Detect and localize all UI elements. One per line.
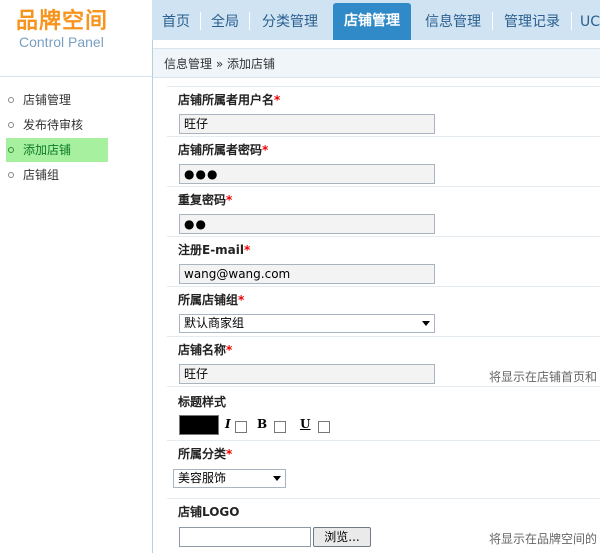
- underline-icon: U: [300, 417, 311, 431]
- top-nav: 首页 全局 分类管理 店铺管理 信息管理 管理记录 UC: [152, 0, 600, 40]
- bullet-icon: [8, 97, 14, 103]
- logo-brand: 品牌空间: [16, 9, 109, 34]
- bullet-icon: [8, 122, 14, 128]
- logo-file-input[interactable]: [179, 527, 311, 547]
- owner-username-input[interactable]: 旺仔: [179, 114, 435, 134]
- sidebar-item-shop-management[interactable]: 店铺管理: [0, 88, 152, 112]
- shop-group-select[interactable]: 默认商家组: [179, 314, 435, 333]
- form-row-owner-password: 店铺所属者密码* ●●●: [167, 136, 600, 186]
- form-row-email: 注册E-mail* wang@wang.com: [167, 236, 600, 286]
- header: 品牌空间 Control Panel 首页 全局 分类管理 店铺管理 信息管理 …: [0, 0, 600, 50]
- tab-shop-management[interactable]: 店铺管理: [333, 3, 411, 40]
- bullet-icon: [8, 147, 14, 153]
- underline-checkbox[interactable]: [318, 421, 330, 433]
- form-row-title-style: 标题样式 I B U: [167, 386, 600, 440]
- field-label: 店铺名称*: [178, 343, 233, 357]
- sidebar-divider: [0, 76, 152, 77]
- form-row-repeat-password: 重复密码* ●●: [167, 186, 600, 236]
- tab-category-management[interactable]: 分类管理: [250, 8, 330, 36]
- sidebar-item-label: 发布待审核: [23, 118, 84, 132]
- repeat-password-input[interactable]: ●●: [179, 214, 435, 234]
- sidebar-item-label: 店铺组: [23, 168, 60, 182]
- tab-uc[interactable]: UC: [572, 8, 600, 36]
- sidebar-item-label: 店铺管理: [23, 93, 72, 107]
- category-selected: 美容服饰: [178, 471, 227, 485]
- sidebar-item-pending-review[interactable]: 发布待审核: [0, 113, 152, 137]
- logo-hint: 将显示在品牌空间的: [489, 532, 598, 546]
- field-label: 标题样式: [178, 395, 227, 409]
- bold-checkbox[interactable]: [274, 421, 286, 433]
- sidebar-item-shop-group[interactable]: 店铺组: [0, 163, 152, 187]
- tab-info-management[interactable]: 信息管理: [414, 8, 492, 36]
- field-label: 所属分类*: [178, 447, 233, 461]
- category-select[interactable]: 美容服饰: [173, 469, 286, 488]
- bold-icon: B: [257, 417, 268, 431]
- field-label: 所属店铺组*: [178, 293, 245, 307]
- owner-password-input[interactable]: ●●●: [179, 164, 435, 184]
- chevron-down-icon: [273, 476, 281, 481]
- field-label: 注册E-mail*: [178, 243, 251, 257]
- italic-icon: I: [225, 417, 231, 431]
- tab-home[interactable]: 首页: [152, 8, 200, 36]
- breadcrumb-text: 信息管理 » 添加店铺: [164, 57, 275, 71]
- tab-global[interactable]: 全局: [201, 8, 249, 36]
- browse-button[interactable]: 浏览...: [313, 527, 371, 547]
- shop-name-hint: 将显示在店铺首页和: [489, 370, 598, 384]
- form-row-category: 所属分类* 美容服饰: [167, 440, 600, 498]
- form-row-shop-group: 所属店铺组* 默认商家组: [167, 286, 600, 336]
- field-label: 店铺所属者密码*: [178, 143, 269, 157]
- field-label: 店铺LOGO: [178, 505, 240, 519]
- sidebar-item-add-shop[interactable]: 添加店铺: [0, 138, 152, 162]
- title-color-picker[interactable]: [179, 415, 219, 435]
- bullet-icon: [8, 172, 14, 178]
- field-label: 店铺所属者用户名*: [178, 93, 281, 107]
- breadcrumb: 信息管理 » 添加店铺: [153, 48, 600, 78]
- sidebar-item-label: 添加店铺: [23, 143, 72, 157]
- email-input[interactable]: wang@wang.com: [179, 264, 435, 284]
- main-content: 信息管理 » 添加店铺 店铺所属者用户名* 旺仔 店铺所属者密码* ●●● 重复…: [152, 40, 600, 553]
- logo[interactable]: 品牌空间 Control Panel: [0, 0, 152, 52]
- logo-subtitle: Control Panel: [19, 34, 104, 50]
- shop-group-selected: 默认商家组: [184, 316, 245, 330]
- italic-checkbox[interactable]: [235, 421, 247, 433]
- field-label: 重复密码*: [178, 193, 233, 207]
- tab-admin-log[interactable]: 管理记录: [493, 8, 571, 36]
- form-row-shop-name: 店铺名称* 旺仔 将显示在店铺首页和: [167, 336, 600, 386]
- form-row-logo: 店铺LOGO 浏览... 将显示在品牌空间的: [167, 498, 600, 553]
- sidebar: 店铺管理 发布待审核 添加店铺 店铺组: [0, 52, 152, 553]
- shop-name-input[interactable]: 旺仔: [179, 364, 435, 384]
- chevron-down-icon: [422, 321, 430, 326]
- form-row-owner-username: 店铺所属者用户名* 旺仔: [167, 86, 600, 136]
